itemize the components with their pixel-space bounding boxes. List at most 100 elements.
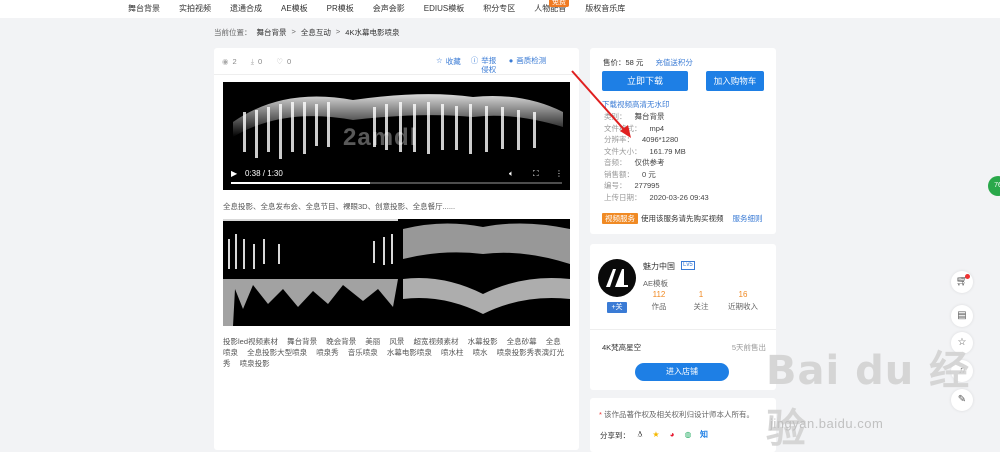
qq-icon[interactable]: 🐧︎ <box>634 429 646 441</box>
info-icon: ⓘ <box>470 56 479 65</box>
tag[interactable]: 全息投影大型喷泉 <box>247 348 307 357</box>
download-button[interactable]: 立即下载 <box>602 71 688 91</box>
service-terms-link[interactable]: 服务细则 <box>733 213 763 224</box>
tag[interactable]: 喷泉投影 <box>240 359 270 368</box>
wechat-icon[interactable]: ◍ <box>682 429 694 441</box>
qzone-icon[interactable]: ★ <box>650 429 662 441</box>
follow-button[interactable]: +关 <box>607 302 627 313</box>
info-row: 文件格式： mp4 <box>604 123 709 135</box>
tag[interactable]: 风景 <box>389 337 404 346</box>
tag[interactable]: 喷水柱 <box>441 348 464 357</box>
volume-icon[interactable]: 🔈︎ <box>509 169 514 179</box>
divider <box>590 329 776 330</box>
author-stat-value: 112 <box>652 290 666 299</box>
baidu-logo: Bai du 经验 <box>766 348 971 452</box>
tag[interactable]: 全息砂幕 <box>507 337 537 346</box>
info-value: 277995 <box>634 181 660 190</box>
avatar[interactable] <box>598 259 636 297</box>
video-progress-bar[interactable] <box>231 182 562 184</box>
tag[interactable]: 投影led视频素材 <box>223 337 278 346</box>
fullscreen-icon[interactable]: ⛶ <box>533 169 539 179</box>
info-value: 0 元 <box>642 169 656 179</box>
author-stat-label: 近期收入 <box>728 302 758 311</box>
info-label: 文件大小： <box>604 146 642 156</box>
preview-image <box>223 219 570 326</box>
baidu-url: jingyan.baidu.com <box>770 416 884 431</box>
tag[interactable]: 水幕投影 <box>468 337 498 346</box>
baidu-watermark: Bai du 经验 jingyan.baidu.com <box>766 338 1000 452</box>
tag[interactable]: 水幕电影喷泉 <box>387 348 432 357</box>
info-row: 上传日期： 2020-03-26 09:43 <box>604 192 709 204</box>
info-label: 销售额： <box>604 169 634 179</box>
service-row: 视频服务 使用该服务请先购买视频 服务细则 <box>602 213 763 224</box>
tag[interactable]: 喷水 <box>473 348 488 357</box>
share-row: 分享到： 🐧︎ ★ ◕ ◍ 知 <box>600 429 710 441</box>
purchase-card: 售价：58 元 充值送积分 立即下载 加入购物车 下载视频高清无水印 类别： 舞台… <box>590 48 776 234</box>
actions: ☆ 收藏 ⓘ 举报侵权 ● 画质检测 <box>436 56 557 74</box>
nav-item[interactable]: 遗通合成 <box>230 3 262 14</box>
collect-label: 收藏 <box>445 57 461 66</box>
info-row: 类别： 舞台背景 <box>604 111 709 123</box>
nav-item[interactable]: 实拍视频 <box>179 3 211 14</box>
price-value: 58 元 <box>625 58 644 67</box>
info-label: 类别： <box>604 112 627 121</box>
collect-button[interactable]: ☆ 收藏 <box>436 56 461 74</box>
level-badge: Lv5 <box>681 261 695 270</box>
breadcrumb-item[interactable]: 4K水幕电影喷泉 <box>345 27 399 38</box>
quality-label: 画质检测 <box>516 56 547 65</box>
nav-item[interactable]: 舞台背景 <box>128 3 160 14</box>
video-controls: ▶ 0:38 / 1:30 🔈︎ ⛶ ⋮ <box>223 164 570 190</box>
nav-item[interactable]: EDIUS模板 <box>424 3 464 14</box>
enter-shop-button[interactable]: 进入店铺 <box>635 363 729 381</box>
zhihu-icon[interactable]: 知 <box>698 429 710 441</box>
doc-icon[interactable]: ▤ <box>951 305 973 327</box>
hd-download-link[interactable]: 下载视频高清无水印 <box>602 99 670 110</box>
tag-list: 投影led视频素材 舞台背景 晚会背景 美丽 风景 超宽视频素材 水幕投影 全息… <box>223 336 568 369</box>
nav-item[interactable]: PR模板 <box>327 3 354 14</box>
cart-icon[interactable]: 🛒︎ <box>951 271 973 293</box>
info-row: 分辨率： 4096*1280 <box>604 134 709 146</box>
info-value: 仅供参考 <box>634 158 665 167</box>
quality-check-button[interactable]: ● 画质检测 <box>509 56 547 74</box>
tag[interactable]: 音乐喷泉 <box>348 348 378 357</box>
copyright-text: 该作品著作权及相关权利归设计师本人所有。 <box>604 410 755 419</box>
author-name[interactable]: 魅力中国 <box>643 261 675 272</box>
more-icon[interactable]: ⋮ <box>555 169 563 178</box>
add-to-cart-button[interactable]: 加入购物车 <box>706 71 764 91</box>
info-value: 2020-03-26 09:43 <box>649 192 709 202</box>
tag[interactable]: 超宽视频素材 <box>413 337 458 346</box>
price-label: 售价： <box>603 58 626 67</box>
weibo-icon[interactable]: ◕ <box>666 429 678 441</box>
breadcrumb-item[interactable]: 全息互动 <box>301 27 331 38</box>
stats: ◉ 2 ⤓ 0 ♡ 0 <box>222 57 291 67</box>
copyright-card: * 该作品著作权及相关权利归设计师本人所有。 分享到： 🐧︎ ★ ◕ ◍ 知 <box>590 398 776 452</box>
recent-sale-title[interactable]: 4K梵高星空 <box>602 342 641 353</box>
breadcrumb-separator: > <box>335 27 341 36</box>
recharge-link[interactable]: 充值送积分 <box>655 57 693 68</box>
nav-item[interactable]: AE模板 <box>281 3 308 14</box>
price: 售价：58 元 <box>603 57 643 68</box>
green-badge: 76 <box>988 176 1000 196</box>
description: 全息投影、全息发布会、全息节目、裸眼3D、创意投影、全息餐厅...... <box>223 202 456 211</box>
tag[interactable]: 舞台背景 <box>287 337 317 346</box>
breadcrumb-item[interactable]: 舞台背景 <box>257 27 287 38</box>
service-tag: 视频服务 <box>602 213 638 224</box>
tag[interactable]: 晚会背景 <box>326 337 356 346</box>
nav-item[interactable]: 积分专区 <box>483 3 515 14</box>
report-button[interactable]: ⓘ 举报侵权 <box>471 56 499 74</box>
free-badge: 免费 <box>549 0 569 7</box>
service-text: 使用该服务请先购买视频 <box>641 214 724 223</box>
tag[interactable]: 喷泉秀 <box>316 348 339 357</box>
author-stat-label: 作品 <box>651 302 667 311</box>
download-icon: ⤓ <box>250 57 255 66</box>
nav-item[interactable]: 会声会影 <box>373 3 405 14</box>
info-row: 销售额： 0 元 <box>604 169 709 181</box>
info-value: 4096*1280 <box>642 135 679 144</box>
breadcrumb: 当前位置： 舞台背景 > 全息互动 > 4K水幕电影喷泉 <box>214 27 399 38</box>
play-icon[interactable]: ▶ <box>231 169 237 178</box>
video-player[interactable]: 2amdl ▶ 0:38 / 1:30 🔈︎ ⛶ ⋮ <box>223 82 570 190</box>
nav-item[interactable]: 版权音乐库 <box>585 3 625 14</box>
video-time: 0:38 / 1:30 <box>245 169 283 178</box>
heart-icon: ♡ <box>276 57 283 66</box>
tag[interactable]: 美丽 <box>365 337 380 346</box>
